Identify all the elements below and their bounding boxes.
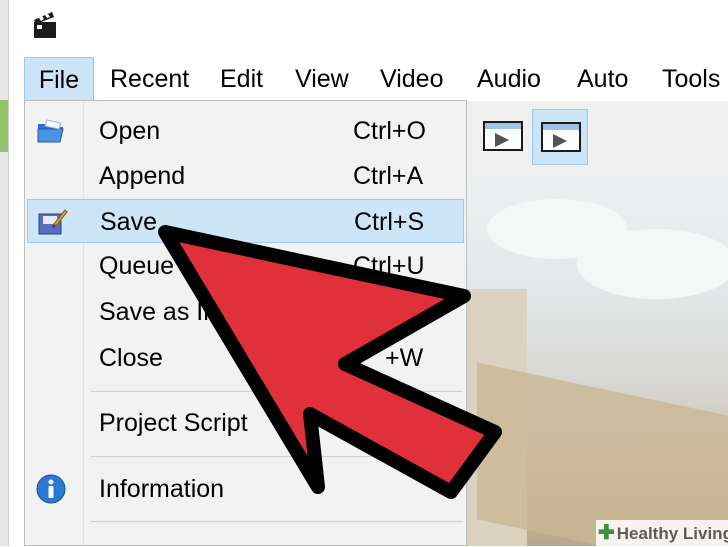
menu-item-label: Save as In [99,298,218,326]
go-to-end-icon [541,122,581,152]
menu-recent[interactable]: Recent [110,57,189,101]
toolbar [467,101,728,169]
menu-item-queue[interactable]: Queue Ctrl+U [25,244,466,288]
menu-item-label: Save [100,208,157,236]
window-left-edge [0,0,9,546]
menu-item-information[interactable]: Information [25,467,466,511]
menu-item-open[interactable]: Open Ctrl+O [25,109,466,153]
menu-item-label: Open [99,117,161,145]
menu-item-label: Information [99,475,225,503]
menu-item-save[interactable]: Save Ctrl+S [27,199,464,243]
menu-edit[interactable]: Edit [220,57,263,101]
menu-separator [91,456,463,457]
open-folder-icon [37,119,64,143]
next-frame-icon [483,121,523,151]
menu-item-save-as-image[interactable]: Save as In [25,290,466,334]
title-bar [9,0,728,56]
background-window-strip [0,100,8,152]
menu-view[interactable]: View [295,57,349,101]
menu-item-shortcut: Ctrl+U [353,252,425,280]
menu-separator [91,391,463,392]
menu-file[interactable]: File [24,57,94,101]
menu-auto[interactable]: Auto [577,57,628,101]
menu-item-shortcut: Ctrl+A [353,162,424,190]
menu-item-label: Close [99,344,163,372]
info-icon [36,474,66,504]
menu-item-label: Project Script [99,409,248,437]
watermark-text: Healthy Living [616,524,728,543]
menu-tools[interactable]: Tools [662,57,720,101]
menu-item-append[interactable]: Append Ctrl+A [25,154,466,198]
menu-item-shortcut: Ctrl+O [353,117,426,145]
menu-item-label: Append [99,162,186,190]
healthy-living-watermark: ✚ Healthy Living [596,520,728,546]
video-preview [467,169,728,546]
menu-separator [91,521,463,522]
file-menu-dropdown: Open Ctrl+O Append Ctrl+A Save Ctrl+S Qu… [24,100,467,546]
menu-item-label: Queue [99,252,175,280]
menu-bar: File Recent Edit View Video Audio Auto T… [24,57,728,101]
clapperboard-app-icon [34,12,56,38]
plus-icon: ✚ [598,522,615,544]
menu-item-project-script[interactable]: Project Script [25,401,466,445]
menu-item-shortcut: Ctrl+S [354,208,425,236]
menu-item-shortcut: +W [385,344,424,372]
next-frame-button[interactable] [475,109,531,165]
go-to-end-button[interactable] [532,109,588,165]
menu-audio[interactable]: Audio [477,57,541,101]
menu-item-close[interactable]: Close +W [25,336,466,380]
menu-video[interactable]: Video [380,57,444,101]
save-icon [38,209,68,235]
